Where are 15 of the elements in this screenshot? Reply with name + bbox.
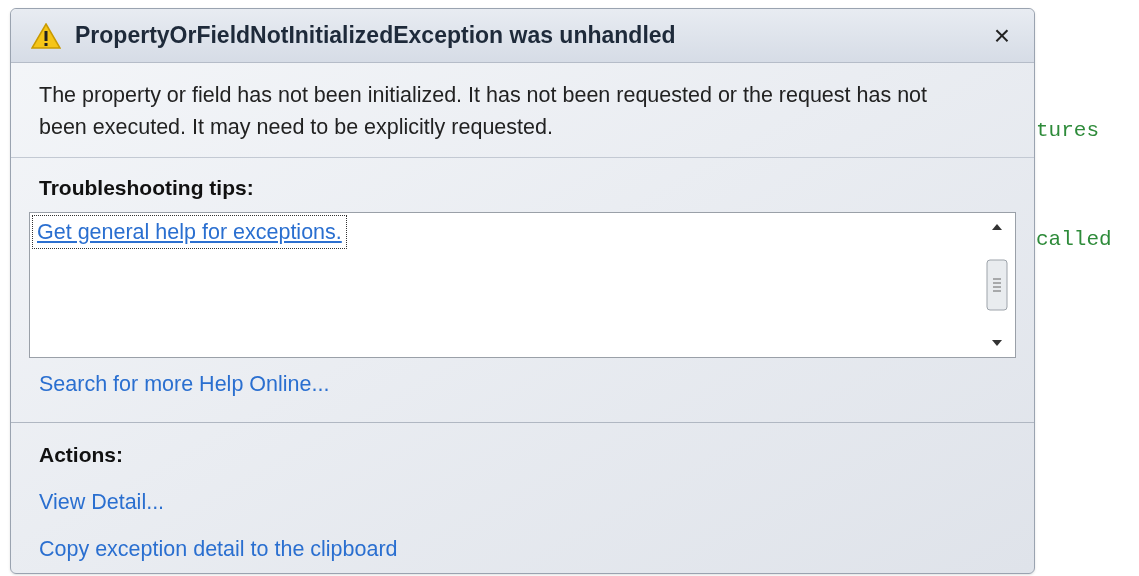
action-link[interactable]: View Detail...: [39, 486, 165, 519]
close-button[interactable]: ×: [989, 21, 1014, 50]
code-text: tures: [1036, 118, 1099, 144]
exception-message: The property or field has not been initialized. It has not been requested or the request has not been executed. It may need to be explicitly requested.: [39, 82, 929, 141]
scroll-down-icon[interactable]: [991, 338, 1003, 347]
scroll-up-icon[interactable]: [991, 222, 1003, 231]
section-heading: Troubleshooting tips:: [39, 175, 255, 201]
code-text: called: [1036, 227, 1112, 253]
warning-icon: [31, 22, 61, 49]
help-link[interactable]: Search for more Help Online...: [39, 371, 330, 396]
section-heading: Actions:: [39, 441, 124, 468]
dialog-title: PropertyOrFieldNotInitializedException was unhandled: [75, 21, 676, 51]
action-link[interactable]: Copy exception detail to the clipboard: [39, 532, 398, 565]
help-link[interactable]: Get general help for exceptions.: [33, 215, 346, 248]
scroll-thumb[interactable]: [986, 258, 1008, 311]
